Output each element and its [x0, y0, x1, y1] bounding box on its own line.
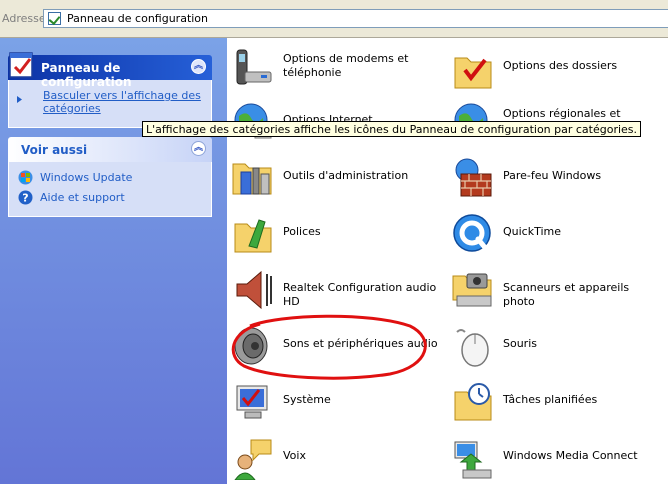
see-also-item-label: Aide et support	[40, 191, 125, 204]
quicktime-icon	[453, 214, 491, 253]
admin-tools-icon	[232, 163, 272, 195]
firewall-icon	[455, 158, 492, 197]
see-also-header[interactable]: Voir aussi ︽	[8, 137, 212, 162]
folder-options-icon	[454, 57, 492, 89]
fonts-folder-icon	[234, 219, 272, 253]
control-panel-group-header[interactable]: Panneau de configuration ︽	[8, 52, 212, 89]
item-label: Souris	[503, 337, 537, 350]
item-sounds-audio-devices[interactable]: Sons et périphériques audio	[227, 318, 442, 370]
group-body: Windows Update ? Aide et support	[8, 162, 212, 217]
help-icon: ?	[18, 190, 33, 205]
scanner-camera-icon	[452, 273, 492, 307]
control-panel-items: Options de modems et téléphonie Options …	[227, 38, 668, 484]
see-also-item-windows-update[interactable]: Windows Update	[15, 168, 205, 188]
group-title: Panneau de configuration	[41, 61, 132, 89]
item-label: Realtek Configuration audio HD	[283, 281, 437, 308]
item-scanners-cameras[interactable]: Scanneurs et appareils photo	[447, 262, 662, 314]
windows-update-icon	[18, 170, 33, 185]
control-panel-icon	[48, 12, 61, 25]
address-label: Adresse	[2, 12, 46, 25]
item-realtek-audio[interactable]: Realtek Configuration audio HD	[227, 262, 442, 314]
item-label: Système	[283, 393, 331, 406]
item-label: Options des dossiers	[503, 59, 618, 72]
item-scheduled-tasks[interactable]: Tâches planifiées	[447, 374, 662, 426]
collapse-button[interactable]: ︽	[191, 59, 206, 74]
scheduled-tasks-icon	[454, 383, 492, 421]
switch-category-view-link[interactable]: Basculer vers l'affichage des catégories	[17, 89, 201, 115]
sounds-speaker-icon	[234, 327, 268, 365]
address-value: Panneau de configuration	[67, 12, 209, 25]
item-label: Tâches planifiées	[503, 393, 598, 406]
system-icon	[236, 385, 268, 419]
item-label: Outils d'administration	[283, 169, 409, 182]
realtek-speaker-icon	[236, 270, 272, 310]
item-label: Polices	[283, 225, 321, 238]
item-admin-tools[interactable]: Outils d'administration	[227, 150, 442, 202]
item-windows-media-connect[interactable]: Windows Media Connect	[447, 430, 662, 482]
see-also-item-help[interactable]: ? Aide et support	[15, 188, 205, 208]
item-label: Scanneurs et appareils photo	[503, 281, 630, 308]
item-modems-telephony[interactable]: Options de modems et téléphonie	[227, 42, 442, 94]
svg-text:?: ?	[22, 192, 28, 205]
control-panel-icon	[9, 52, 33, 78]
item-label: Pare-feu Windows	[503, 169, 602, 182]
mouse-icon	[456, 329, 489, 367]
item-label: Options régionales et	[503, 107, 621, 120]
item-label: Voix	[283, 449, 306, 462]
media-connect-icon	[454, 441, 492, 479]
address-field[interactable]: Panneau de configuration	[43, 9, 668, 28]
item-label: QuickTime	[503, 225, 562, 238]
tooltip: L'affichage des catégories affiche les i…	[142, 121, 642, 137]
item-speech[interactable]: Voix	[227, 430, 442, 482]
phone-modem-icon	[236, 49, 272, 85]
item-internet-options[interactable]: Options Internet	[227, 94, 442, 146]
task-pane: Panneau de configuration ︽ Basculer vers…	[0, 38, 227, 484]
group-title: Voir aussi	[21, 143, 88, 157]
control-panel-group: Panneau de configuration ︽ Basculer vers…	[8, 52, 212, 128]
item-label: Options de modems et téléphonie	[283, 52, 409, 79]
item-system[interactable]: Système	[227, 374, 442, 426]
see-also-group: Voir aussi ︽ Windows Update ? Aide et su…	[8, 137, 212, 217]
item-folder-options[interactable]: Options des dossiers	[447, 42, 662, 94]
item-mouse[interactable]: Souris	[447, 318, 662, 370]
speech-icon	[234, 439, 272, 480]
item-label: Sons et périphériques audio	[283, 337, 438, 350]
item-label: Windows Media Connect	[503, 449, 638, 462]
collapse-button[interactable]: ︽	[191, 141, 206, 156]
item-windows-firewall[interactable]: Pare-feu Windows	[447, 150, 662, 202]
item-fonts[interactable]: Polices	[227, 206, 442, 258]
address-bar: Adresse Panneau de configuration	[0, 0, 668, 38]
bullet-arrow-icon	[16, 93, 23, 103]
item-quicktime[interactable]: QuickTime	[447, 206, 662, 258]
item-regional-options[interactable]: Options régionales et	[447, 94, 662, 146]
see-also-item-label: Windows Update	[40, 171, 133, 184]
